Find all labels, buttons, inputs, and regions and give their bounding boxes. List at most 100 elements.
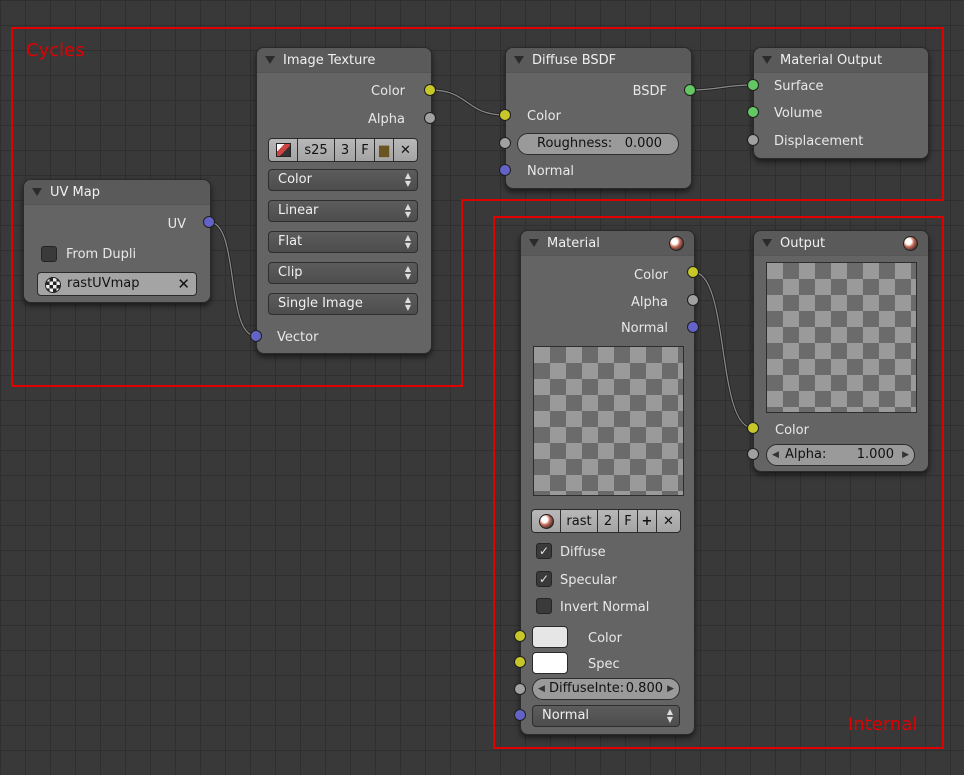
collapse-triangle-icon[interactable] <box>265 56 275 64</box>
open-folder-icon[interactable]: ▆ <box>375 139 394 161</box>
vector-input-label: Vector <box>277 330 319 345</box>
material-normal-output-socket[interactable] <box>687 321 699 333</box>
diffuse-intensity-slider[interactable]: ◀ DiffuseInte: 0.800 ▶ <box>532 678 680 700</box>
uv-map-node[interactable]: UV Map UV From Dupli rastUVmap ✕ <box>23 179 211 303</box>
diffuse-intensity-label: DiffuseInte: <box>549 681 625 696</box>
link-materialcolor-to-outputcolor <box>692 270 754 430</box>
fake-user-button[interactable]: F <box>619 510 638 532</box>
uv-map-field[interactable]: rastUVmap ✕ <box>37 272 197 296</box>
extension-select[interactable]: Clip ▲ ▼ <box>268 262 418 284</box>
diffuse-intensity-input-socket[interactable] <box>514 683 526 695</box>
collapse-triangle-icon[interactable] <box>32 188 42 196</box>
color-space-value: Color <box>278 172 312 187</box>
uv-checker-icon <box>45 277 61 293</box>
image-datablock-bar[interactable]: s25 3 F ▆ ✕ <box>268 138 418 162</box>
material-alpha-output-socket[interactable] <box>687 294 699 306</box>
collapse-triangle-icon[interactable] <box>762 56 772 64</box>
updown-arrows-icon: ▲ ▼ <box>404 171 411 188</box>
extension-value: Clip <box>278 265 303 280</box>
unlink-x-icon[interactable]: ✕ <box>657 510 680 532</box>
clear-x-icon[interactable]: ✕ <box>177 273 190 295</box>
collapse-triangle-icon[interactable] <box>514 56 524 64</box>
diffuse-bsdf-node[interactable]: Diffuse BSDF BSDF Color Roughness: 0.000… <box>505 47 692 189</box>
projection-value: Flat <box>278 234 303 249</box>
specular-checkbox[interactable]: ✓ <box>536 571 552 587</box>
material-output-header[interactable]: Material Output <box>754 48 928 73</box>
surface-input-label: Surface <box>774 79 824 94</box>
output-preview <box>766 262 917 413</box>
diffuse-color-swatch[interactable] <box>532 626 568 648</box>
output-alpha-input-socket[interactable] <box>747 448 759 460</box>
alpha-slider[interactable]: ◀ Alpha: 1.000 ▶ <box>766 444 915 466</box>
material-sphere-icon[interactable] <box>903 236 918 251</box>
increment-arrow-icon[interactable]: ▶ <box>902 445 909 465</box>
material-output-node[interactable]: Material Output Surface Volume Displacem… <box>753 47 929 159</box>
node-title: Image Texture <box>283 52 376 68</box>
from-dupli-label: From Dupli <box>66 247 137 262</box>
color-output-label: Color <box>371 84 405 99</box>
invert-normal-checkbox[interactable] <box>536 598 552 614</box>
material-users[interactable]: 2 <box>598 510 619 532</box>
image-browse-icon[interactable] <box>269 139 298 161</box>
projection-select[interactable]: Flat ▲ ▼ <box>268 231 418 253</box>
image-name[interactable]: s25 <box>298 139 335 161</box>
spec-input-label: Spec <box>588 657 620 672</box>
bsdf-output-socket[interactable] <box>684 84 696 96</box>
decrement-arrow-icon[interactable]: ◀ <box>772 445 779 465</box>
uv-output-socket[interactable] <box>203 216 215 228</box>
color-input-label: Color <box>588 631 622 646</box>
unlink-x-icon[interactable]: ✕ <box>394 139 417 161</box>
from-dupli-checkbox[interactable] <box>41 246 57 262</box>
decrement-arrow-icon[interactable]: ◀ <box>538 679 545 699</box>
add-plus-icon[interactable]: + <box>638 510 657 532</box>
material-color-input-socket[interactable] <box>514 630 526 642</box>
material-preview <box>533 346 684 496</box>
diffuse-normal-input-socket[interactable] <box>499 164 511 176</box>
color-input-label: Color <box>775 423 809 438</box>
material-sphere-icon[interactable] <box>669 236 684 251</box>
roughness-slider[interactable]: Roughness: 0.000 <box>517 133 679 155</box>
interpolation-select[interactable]: Linear ▲ ▼ <box>268 200 418 222</box>
image-texture-header[interactable]: Image Texture <box>257 48 431 73</box>
material-datablock-bar[interactable]: rast 2 F + ✕ <box>531 509 681 533</box>
displacement-input-socket[interactable] <box>747 134 759 146</box>
uv-map-header[interactable]: UV Map <box>24 180 210 205</box>
material-name[interactable]: rast <box>561 510 598 532</box>
source-select[interactable]: Single Image ▲ ▼ <box>268 293 418 315</box>
material-color-output-socket[interactable] <box>687 266 699 278</box>
image-texture-node[interactable]: Image Texture Color Alpha s25 3 F ▆ ✕ Co… <box>256 47 432 354</box>
fake-user-button[interactable]: F <box>356 139 375 161</box>
collapse-triangle-icon[interactable] <box>529 239 539 247</box>
image-alpha-output-socket[interactable] <box>424 112 436 124</box>
volume-input-socket[interactable] <box>747 106 759 118</box>
alpha-value: 1.000 <box>856 447 894 462</box>
increment-arrow-icon[interactable]: ▶ <box>667 679 674 699</box>
material-header[interactable]: Material <box>521 231 694 256</box>
diffuse-bsdf-header[interactable]: Diffuse BSDF <box>506 48 691 73</box>
diffuse-checkbox[interactable]: ✓ <box>536 543 552 559</box>
surface-input-socket[interactable] <box>747 79 759 91</box>
diffuse-intensity-value: 0.800 <box>625 681 663 696</box>
node-title: Material Output <box>780 52 883 68</box>
material-spec-input-socket[interactable] <box>514 656 526 668</box>
collapse-triangle-icon[interactable] <box>762 239 772 247</box>
spec-color-swatch[interactable] <box>532 652 568 674</box>
volume-input-label: Volume <box>774 106 823 121</box>
image-color-output-socket[interactable] <box>424 84 436 96</box>
updown-arrows-icon: ▲ ▼ <box>404 233 411 250</box>
diffuse-color-input-socket[interactable] <box>499 109 511 121</box>
material-normal-input-socket[interactable] <box>514 709 526 721</box>
node-title: UV Map <box>50 184 100 200</box>
material-node[interactable]: Material Color Alpha Normal rast 2 F + ✕… <box>520 230 695 735</box>
color-space-select[interactable]: Color ▲ ▼ <box>268 169 418 191</box>
image-users[interactable]: 3 <box>335 139 356 161</box>
material-browse-icon[interactable] <box>532 510 561 532</box>
output-color-input-socket[interactable] <box>747 422 759 434</box>
output-node[interactable]: Output Color ◀ Alpha: 1.000 ▶ <box>753 230 929 472</box>
vector-input-socket[interactable] <box>250 330 262 342</box>
roughness-input-socket[interactable] <box>499 137 511 149</box>
output-header[interactable]: Output <box>754 231 928 256</box>
updown-arrows-icon: ▲ ▼ <box>666 707 673 724</box>
uv-map-value: rastUVmap <box>67 276 140 291</box>
normal-select[interactable]: Normal ▲ ▼ <box>532 705 680 727</box>
